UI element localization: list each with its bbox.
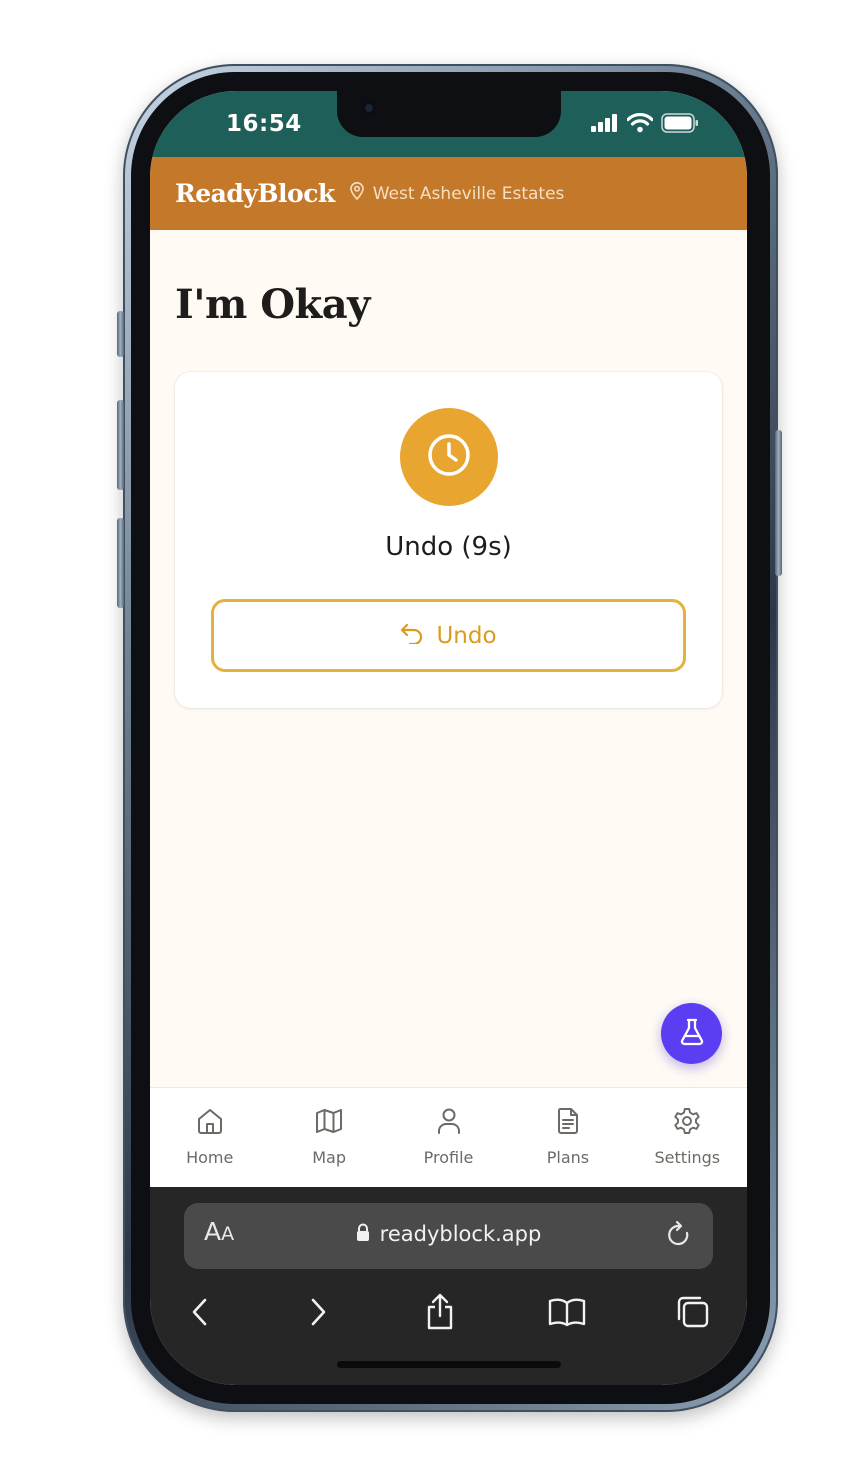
status-bar: 16:54 bbox=[150, 91, 747, 157]
map-icon bbox=[314, 1106, 344, 1140]
brand-logo[interactable]: ReadyBlock bbox=[175, 179, 335, 208]
gear-icon bbox=[672, 1106, 702, 1140]
document-icon bbox=[553, 1106, 583, 1140]
undo-arrow-icon bbox=[400, 622, 424, 650]
flask-icon bbox=[679, 1018, 705, 1050]
undo-countdown-text: Undo (9s) bbox=[385, 532, 512, 562]
notch bbox=[337, 91, 561, 137]
page-title: I'm Okay bbox=[175, 281, 370, 328]
undo-button[interactable]: Undo bbox=[211, 599, 686, 672]
cellular-signal-icon bbox=[591, 114, 619, 136]
location-indicator[interactable]: West Asheville Estates bbox=[349, 182, 565, 205]
bottom-nav: Home Map Profile Plans Settings bbox=[150, 1087, 747, 1187]
nav-label-home: Home bbox=[186, 1148, 234, 1167]
volume-down-button bbox=[117, 518, 124, 608]
browser-toolbar bbox=[150, 1289, 747, 1339]
wifi-icon bbox=[626, 112, 654, 137]
clock-badge bbox=[400, 408, 498, 506]
nav-label-plans: Plans bbox=[546, 1148, 590, 1167]
app-header: ReadyBlock West Asheville Estates bbox=[150, 157, 747, 230]
nav-item-home[interactable]: Home bbox=[150, 1088, 269, 1187]
status-icons bbox=[591, 112, 699, 137]
tabs-button[interactable] bbox=[668, 1289, 718, 1339]
lab-fab-button[interactable] bbox=[661, 1003, 722, 1064]
phone-screen: 16:54 ReadyBlock West Asheville Estates … bbox=[150, 91, 747, 1385]
user-icon bbox=[434, 1106, 464, 1140]
nav-item-settings[interactable]: Settings bbox=[628, 1088, 747, 1187]
address-bar[interactable]: AA readyblock.app bbox=[184, 1203, 713, 1269]
volume-up-button bbox=[117, 400, 124, 490]
nav-label-map: Map bbox=[312, 1148, 346, 1167]
url-display: readyblock.app bbox=[184, 1222, 713, 1246]
chevron-right-icon bbox=[308, 1297, 328, 1331]
home-icon bbox=[195, 1106, 225, 1140]
url-text: readyblock.app bbox=[379, 1222, 542, 1246]
undo-button-label: Undo bbox=[436, 622, 497, 649]
battery-icon bbox=[661, 113, 699, 137]
browser-chrome: AA readyblock.app bbox=[150, 1187, 747, 1385]
chevron-left-icon bbox=[190, 1297, 210, 1331]
back-button[interactable] bbox=[175, 1289, 225, 1339]
reload-icon[interactable] bbox=[665, 1220, 693, 1254]
lock-icon bbox=[356, 1222, 370, 1246]
nav-label-profile: Profile bbox=[423, 1148, 474, 1167]
bookmarks-button[interactable] bbox=[542, 1289, 592, 1339]
book-icon bbox=[548, 1297, 586, 1331]
front-camera bbox=[362, 101, 376, 115]
nav-item-map[interactable]: Map bbox=[269, 1088, 388, 1187]
tabs-icon bbox=[676, 1295, 710, 1333]
share-button[interactable] bbox=[415, 1289, 465, 1339]
map-pin-icon bbox=[349, 182, 373, 205]
location-name: West Asheville Estates bbox=[372, 183, 565, 204]
share-icon bbox=[425, 1293, 455, 1335]
forward-button[interactable] bbox=[293, 1289, 343, 1339]
nav-item-profile[interactable]: Profile bbox=[389, 1088, 508, 1187]
home-indicator[interactable] bbox=[337, 1361, 561, 1368]
nav-label-settings: Settings bbox=[654, 1148, 721, 1167]
nav-item-plans[interactable]: Plans bbox=[508, 1088, 627, 1187]
clock-icon bbox=[426, 432, 472, 482]
power-button bbox=[775, 430, 782, 576]
silent-switch bbox=[117, 311, 124, 357]
status-time: 16:54 bbox=[226, 111, 302, 137]
status-card: Undo (9s) Undo bbox=[175, 372, 722, 708]
